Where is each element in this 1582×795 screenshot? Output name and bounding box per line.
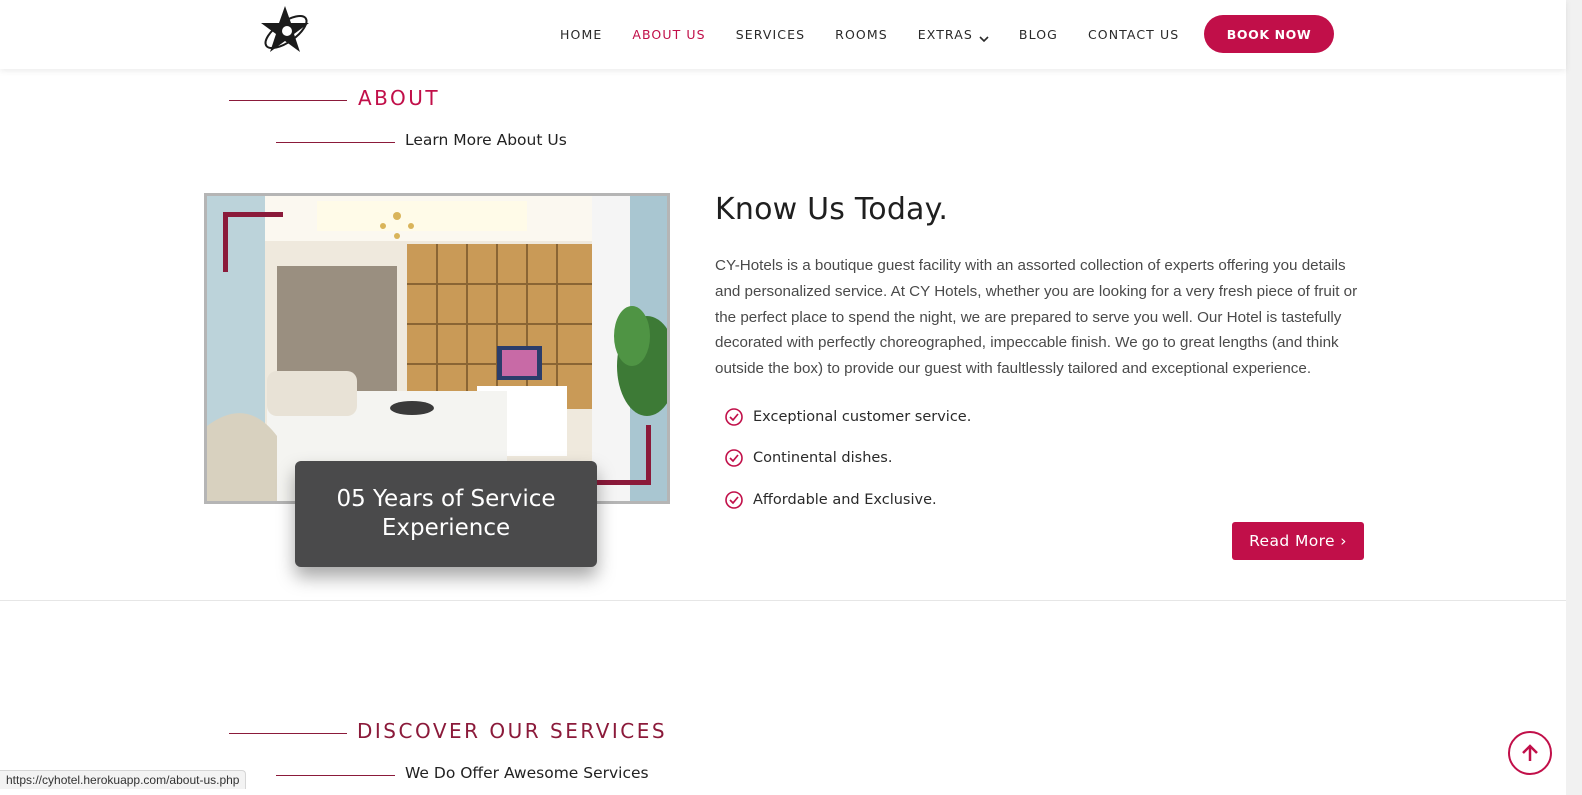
feature-item: Continental dishes.: [724, 448, 892, 468]
image-corner-accent-bottom: [591, 425, 651, 485]
image-corner-accent-top: [223, 212, 283, 272]
feature-item: Exceptional customer service.: [724, 407, 971, 427]
nav-item-home[interactable]: HOME: [560, 27, 602, 42]
arrow-up-icon: [1522, 744, 1538, 761]
nav-item-rooms[interactable]: ROOMS: [835, 27, 888, 42]
nav-item-contact-us[interactable]: CONTACT US: [1088, 27, 1179, 42]
services-title-line: [229, 733, 347, 734]
scroll-to-top-button[interactable]: [1508, 731, 1552, 775]
services-section-subtitle: We Do Offer Awesome Services: [405, 764, 649, 782]
about-section-subtitle: Learn More About Us: [405, 131, 567, 149]
services-subtitle-line: [276, 775, 395, 776]
about-section-title: ABOUT: [358, 86, 441, 110]
circle-check-icon: [725, 408, 743, 426]
services-section-title: DISCOVER OUR SERVICES: [357, 719, 668, 743]
circle-check-icon: [725, 491, 743, 509]
nav-item-about-us[interactable]: ABOUT US: [632, 27, 705, 42]
book-now-button[interactable]: BOOK NOW: [1204, 15, 1334, 53]
page-scrollbar[interactable]: [1566, 0, 1582, 795]
circle-check-icon: [725, 449, 743, 467]
read-more-button[interactable]: Read More ›: [1232, 522, 1364, 560]
about-subtitle-line: [276, 142, 395, 143]
nav-item-services[interactable]: SERVICES: [736, 27, 805, 42]
nav-item-blog[interactable]: BLOG: [1019, 27, 1058, 42]
nav-item-extras[interactable]: EXTRAS: [918, 27, 989, 42]
chevron-down-icon: [979, 31, 989, 42]
status-bar-url: https://cyhotel.herokuapp.com/about-us.p…: [0, 770, 247, 789]
experience-card: 05 Years of Service Experience: [295, 461, 597, 567]
about-paragraph: CY-Hotels is a boutique guest facility w…: [715, 257, 1358, 378]
site-header: HOME ABOUT US SERVICES ROOMS EXTRAS BLOG…: [0, 0, 1566, 69]
section-divider: [0, 600, 1566, 601]
star-logo-icon[interactable]: [256, 2, 314, 60]
about-title-line: [229, 100, 347, 101]
feature-item: Affordable and Exclusive.: [724, 490, 937, 510]
main-nav: HOME ABOUT US SERVICES ROOMS EXTRAS BLOG…: [560, 0, 1209, 69]
about-heading: Know Us Today.: [715, 192, 949, 227]
